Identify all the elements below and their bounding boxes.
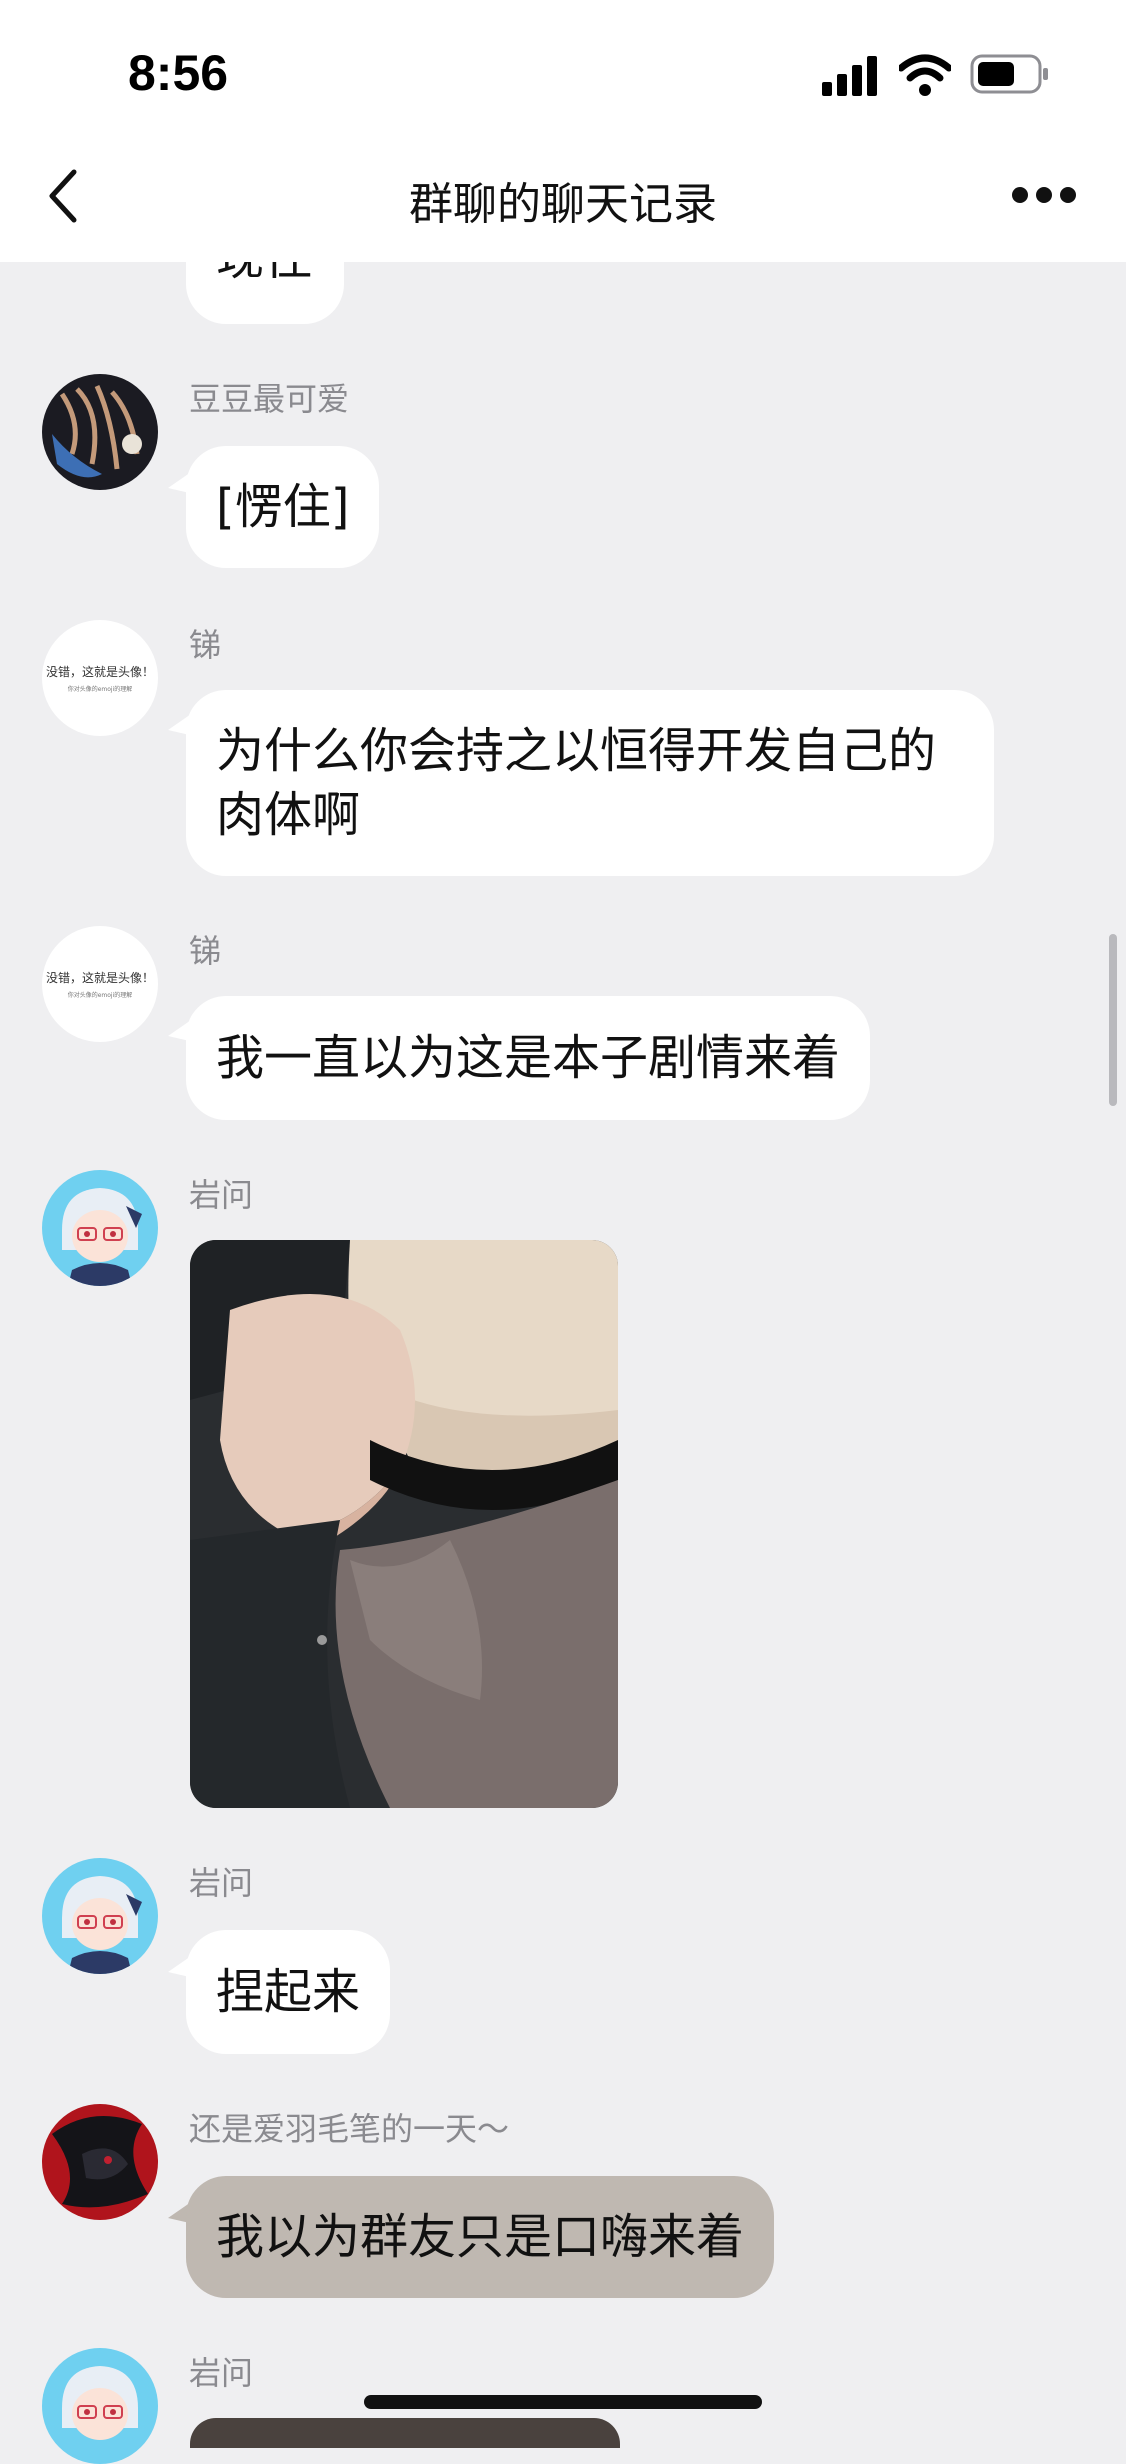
- home-indicator[interactable]: [364, 2395, 762, 2409]
- message-bubble[interactable]: [愣住]: [186, 446, 380, 568]
- message-image[interactable]: [190, 1240, 618, 1808]
- avatar[interactable]: [42, 1170, 158, 1286]
- message-text: 我以为群友只是口嗨来着: [216, 2209, 745, 2265]
- scrollbar[interactable]: [1109, 934, 1117, 1106]
- sender-name: 锑: [189, 932, 222, 970]
- avatar[interactable]: [42, 2348, 158, 2464]
- more-dots-icon[interactable]: [1010, 180, 1078, 210]
- page-title: 群聊的聊天记录: [409, 179, 717, 230]
- sender-name: 还是爱羽毛笔的一天～: [189, 2110, 510, 2148]
- message-bubble[interactable]: 为什么你会持之以恒得开发自己的 肉体啊: [186, 690, 994, 876]
- avatar[interactable]: 没错，这就是头像！ 你对头像的emoji的理解: [42, 620, 158, 736]
- battery-icon: [970, 54, 1048, 94]
- signal-icon: [822, 56, 877, 96]
- avatar[interactable]: [42, 1858, 158, 1974]
- sender-name: 岩问: [189, 2354, 254, 2392]
- message-bubble[interactable]: 我一直以为这是本子剧情来着: [186, 996, 871, 1120]
- sender-name: 岩问: [189, 1864, 254, 1902]
- message-bubble[interactable]: 我以为群友只是口嗨来着: [186, 2176, 775, 2298]
- message-image[interactable]: [190, 2418, 620, 2448]
- message-text-line: 肉体啊: [216, 787, 361, 843]
- chat-history-list[interactable]: 现住 豆豆最可爱 [愣住] 没错，这就是头像！ 你对头像的emoji的理解 锑 …: [0, 0, 1126, 2464]
- avatar[interactable]: 没错，这就是头像！ 你对头像的emoji的理解: [42, 926, 158, 1042]
- avatar[interactable]: [42, 2104, 158, 2220]
- chevron-left-icon[interactable]: [38, 160, 90, 230]
- status-time: 8:56: [128, 45, 229, 101]
- message-text: [愣住]: [216, 479, 350, 535]
- avatar-caption: 没错，这就是头像！: [45, 665, 154, 679]
- sender-name: 豆豆最可爱: [189, 380, 350, 418]
- message-text-line: 为什么你会持之以恒得开发自己的: [216, 723, 937, 779]
- avatar-subcaption: 你对头像的emoji的理解: [67, 686, 133, 693]
- sender-name: 岩问: [189, 1176, 254, 1214]
- message-bubble[interactable]: 捏起来: [186, 1930, 391, 2054]
- message-text: 捏起来: [216, 1964, 361, 2020]
- avatar-subcaption: 你对头像的emoji的理解: [67, 992, 133, 999]
- message-text: 我一直以为这是本子剧情来着: [216, 1030, 841, 1086]
- wifi-icon: [899, 54, 951, 96]
- sender-name: 锑: [189, 626, 222, 664]
- avatar[interactable]: [42, 374, 158, 490]
- avatar-caption: 没错，这就是头像！: [45, 971, 154, 985]
- top-bar: 8:56 群聊的聊天记录: [0, 0, 1126, 262]
